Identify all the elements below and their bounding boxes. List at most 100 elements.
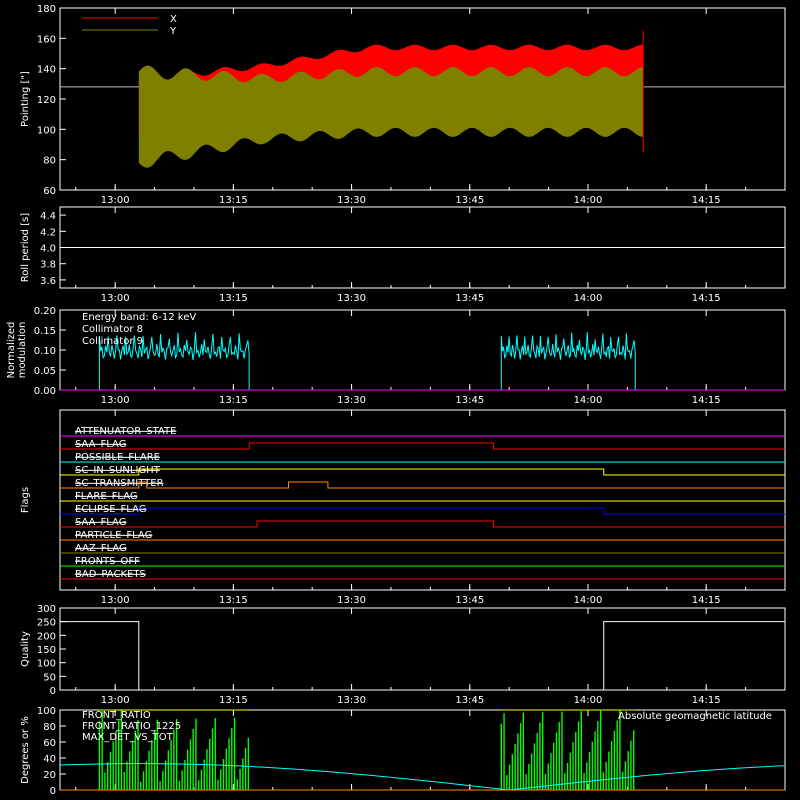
x-tick-label: 13:00 (101, 293, 130, 304)
y-axis-label: Quality (20, 631, 31, 667)
x-tick-label: 13:00 (101, 695, 130, 706)
panel-frame-5 (59, 607, 786, 691)
flag-line-saa_flag (60, 520, 785, 528)
y-tick-label: 0.05 (34, 366, 56, 377)
x-tick-label: 13:30 (337, 595, 366, 606)
flag-line-sc_in_sunlight (60, 468, 785, 476)
flag-label-fronts_off: FRONTS_OFF (75, 556, 140, 567)
panel-frame-4 (59, 409, 786, 591)
y-tick-label: 140 (37, 65, 56, 76)
flag-label-particle_flag: PARTICLE_FLAG (75, 530, 152, 541)
y-axis-label: Degrees or % (20, 716, 31, 784)
x-tick-label: 14:00 (574, 595, 603, 606)
y-tick-label: 4.4 (40, 211, 56, 222)
y-tick-label: 160 (37, 34, 56, 45)
x-tick-label: 13:30 (337, 695, 366, 706)
y-axis-label: Flags (20, 487, 31, 513)
flag-label-bad_packets: BAD_PACKETS (75, 569, 146, 580)
x-tick-label: 13:15 (219, 293, 248, 304)
x-tick-label: 13:00 (101, 395, 130, 406)
y-tick-label: 200 (37, 631, 56, 642)
x-tick-label: 14:15 (692, 293, 721, 304)
x-tick-label: 13:15 (219, 195, 248, 206)
y-tick-label: 0 (50, 686, 56, 697)
y-tick-label: 100 (37, 125, 56, 136)
y-tick-label: 100 (37, 706, 56, 717)
y-tick-label: 50 (43, 672, 56, 683)
y-tick-label: 0.20 (34, 306, 56, 317)
front-ratio-burst-2 (500, 709, 636, 790)
y-tick-label: 60 (43, 186, 56, 197)
flag-label-eclipse_flag: ECLIPSE_FLAG (75, 504, 146, 515)
x-tick-label: 13:45 (455, 695, 484, 706)
x-tick-label: 14:15 (692, 595, 721, 606)
y-tick-label: 0.15 (34, 326, 56, 337)
flag-label-aaz_flag: AAZ_FLAG (75, 543, 127, 554)
flag-label-flare_flag: FLARE_FLAG (75, 491, 138, 502)
x-tick-label: 13:00 (101, 595, 130, 606)
y-tick-label: 100 (37, 659, 56, 670)
x-tick-label: 14:15 (692, 195, 721, 206)
x-tick-label: 14:00 (574, 293, 603, 304)
y-axis-label: Normalized (6, 322, 17, 379)
x-tick-label: 13:00 (101, 195, 130, 206)
geomagnetic-annotation: Absolute geomagnetic latitude (618, 711, 772, 722)
quality-line (60, 621, 785, 691)
y-tick-label: 0 (50, 786, 56, 797)
energy-band-annotation: Energy band: 6-12 keV (82, 312, 196, 323)
legend-label-y: Y (169, 26, 177, 37)
collimator-8-segment-2 (500, 332, 636, 390)
legend-front-ratio: FRONT_RATIO (82, 710, 151, 721)
flag-line-sc_transmitter (60, 481, 785, 489)
y-axis-label: Pointing ["] (20, 71, 31, 127)
x-tick-label: 13:15 (219, 395, 248, 406)
flag-label-possible_flare: POSSIBLE_FLARE (75, 452, 160, 463)
x-tick-label: 13:45 (455, 595, 484, 606)
flag-label-attenuator_state: ATTENUATOR_STATE (75, 426, 176, 437)
legend-label-x: X (170, 14, 177, 25)
flag-line-saa_flag_top (60, 442, 785, 450)
x-tick-label: 13:30 (337, 195, 366, 206)
y-tick-label: 80 (43, 156, 56, 167)
x-tick-label: 13:15 (219, 595, 248, 606)
x-tick-label: 13:30 (337, 395, 366, 406)
flag-label-sc_transmitter: SC_TRANSMITTER (75, 478, 164, 489)
legend-front-ratio-1225: FRONT_RATIO_1225 (82, 721, 181, 732)
y-tick-label: 40 (43, 754, 56, 765)
y-tick-label: 4.0 (40, 244, 56, 255)
y-axis-label: Roll period [s] (20, 213, 31, 282)
y-tick-label: 20 (43, 770, 56, 781)
legend-collimator-9: Collimator 9 (82, 336, 143, 347)
y-tick-label: 3.8 (40, 260, 56, 271)
x-tick-label: 13:15 (219, 695, 248, 706)
x-tick-label: 13:30 (337, 293, 366, 304)
x-tick-label: 13:45 (455, 195, 484, 206)
y-tick-label: 3.6 (40, 276, 56, 287)
flag-line-eclipse_flag (60, 507, 785, 515)
y-axis-label: modulation (17, 322, 28, 379)
y-tick-label: 180 (37, 4, 56, 15)
y-tick-label: 150 (37, 645, 56, 656)
x-tick-label: 14:00 (574, 195, 603, 206)
x-tick-label: 14:00 (574, 695, 603, 706)
flag-label-saa_flag_top: SAA_FLAG (75, 439, 126, 450)
y-tick-label: 0.10 (34, 346, 56, 357)
x-tick-label: 13:45 (455, 395, 484, 406)
y-tick-label: 120 (37, 95, 56, 106)
x-tick-label: 14:00 (574, 395, 603, 406)
flag-label-saa_flag: SAA_FLAG (75, 517, 126, 528)
x-tick-label: 14:15 (692, 395, 721, 406)
flag-label-sc_in_sunlight: SC_IN_SUNLIGHT (75, 465, 161, 476)
y-tick-label: 300 (37, 604, 56, 615)
chart-figure: 13:00 13:15 13:30 13:45 14:00 14:15 Pointing [… (6, 4, 786, 797)
y-tick-label: 0.00 (34, 386, 56, 397)
x-tick-label: 13:45 (455, 293, 484, 304)
x-tick-label: 14:15 (692, 695, 721, 706)
y-tick-label: 250 (37, 618, 56, 629)
series-band-y (138, 65, 644, 168)
y-tick-label: 80 (43, 722, 56, 733)
y-tick-label: 4.2 (40, 227, 56, 238)
legend-max-det-vs-tot: MAX_DET_VS_TOT (82, 732, 174, 743)
legend-collimator-8: Collimator 8 (82, 324, 143, 335)
y-tick-label: 60 (43, 738, 56, 749)
